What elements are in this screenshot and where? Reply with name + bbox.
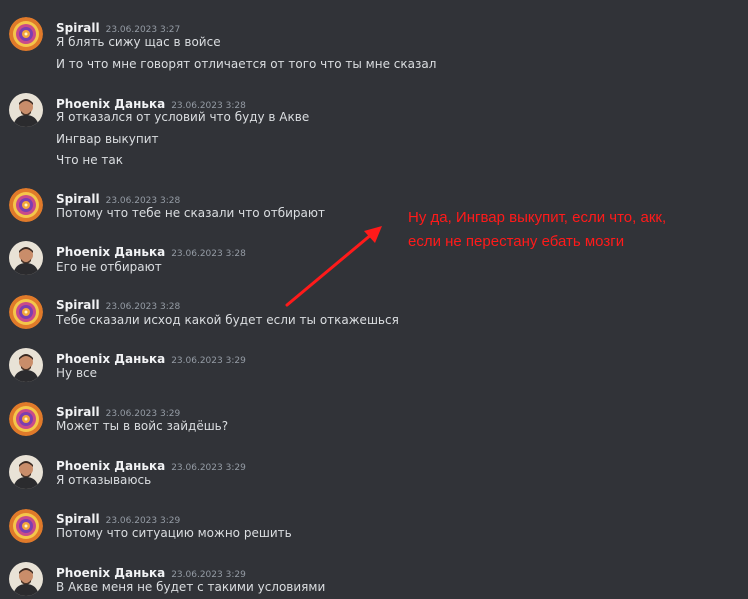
person-avatar-icon[interactable] [9, 93, 43, 127]
username[interactable]: Phoenix Данька [56, 459, 165, 473]
timestamp: 23.06.2023 3:29 [171, 570, 246, 580]
timestamp: 23.06.2023 3:29 [105, 409, 181, 419]
message-header: Phoenix Данька 23.06.2023 3:29 [56, 348, 246, 366]
message-text: Ну все [56, 366, 97, 380]
message-text: Ингвар выкупит [56, 132, 159, 146]
username[interactable]: Spirall [56, 21, 100, 35]
spiral-avatar-icon[interactable] [9, 188, 43, 222]
username[interactable]: Spirall [56, 512, 100, 526]
spiral-avatar-icon[interactable] [9, 509, 43, 543]
timestamp: 23.06.2023 3:29 [105, 516, 181, 526]
message-text: И то что мне говорят отличается от того … [56, 57, 437, 71]
timestamp: 23.06.2023 3:28 [105, 196, 181, 206]
spiral-avatar-icon[interactable] [9, 402, 43, 436]
message-header: Phoenix Данька 23.06.2023 3:29 [56, 562, 246, 580]
spiral-avatar-icon[interactable] [9, 295, 43, 329]
username[interactable]: Spirall [56, 192, 100, 206]
message-text: Тебе сказали исход какой будет если ты о… [56, 313, 399, 327]
message-text: Я блять сижу щас в войсе [56, 35, 221, 49]
message-header: Phoenix Данька 23.06.2023 3:28 [56, 93, 246, 111]
message-text: Что не так [56, 153, 124, 167]
message-text: Потому что тебе не сказали что отбирают [56, 206, 325, 220]
message-text: Потому что ситуацию можно решить [56, 526, 292, 540]
message-header: Spirall 23.06.2023 3:27 [56, 17, 181, 35]
person-avatar-icon[interactable] [9, 562, 43, 596]
person-avatar-icon[interactable] [9, 455, 43, 489]
chat-message-list: Spirall 23.06.2023 3:27 Я блять сижу щас … [0, 0, 748, 599]
username[interactable]: Spirall [56, 298, 100, 312]
message-header: Spirall 23.06.2023 3:28 [56, 188, 181, 206]
username[interactable]: Phoenix Данька [56, 566, 165, 580]
message-text: Я отказался от условий что буду в Акве [56, 110, 310, 124]
timestamp: 23.06.2023 3:29 [171, 356, 246, 366]
message-text: Его не отбирают [56, 260, 162, 274]
message-text: В Акве меня не будет с такими условиями [56, 580, 326, 594]
username[interactable]: Phoenix Данька [56, 352, 165, 366]
message-header: Spirall 23.06.2023 3:29 [56, 401, 181, 419]
spiral-avatar-icon[interactable] [9, 17, 43, 51]
message-text: Я отказываюсь [56, 473, 152, 487]
timestamp: 23.06.2023 3:28 [105, 302, 181, 312]
timestamp: 23.06.2023 3:28 [171, 249, 246, 259]
message-header: Phoenix Данька 23.06.2023 3:28 [56, 241, 246, 259]
annotation-text-line-2: если не перестану ебать мозги [408, 233, 625, 250]
message-text: Может ты в войс зайдёшь? [56, 419, 229, 433]
annotation-text-line-1: Ну да, Ингвар выкупит, если что, акк, [408, 209, 667, 226]
message-header: Spirall 23.06.2023 3:28 [56, 294, 181, 312]
username[interactable]: Phoenix Данька [56, 245, 165, 259]
timestamp: 23.06.2023 3:29 [171, 463, 246, 473]
message-header: Phoenix Данька 23.06.2023 3:29 [56, 455, 246, 473]
username[interactable]: Phoenix Данька [56, 97, 165, 111]
username[interactable]: Spirall [56, 405, 100, 419]
timestamp: 23.06.2023 3:27 [105, 25, 181, 35]
message-header: Spirall 23.06.2023 3:29 [56, 508, 181, 526]
person-avatar-icon[interactable] [9, 241, 43, 275]
person-avatar-icon[interactable] [9, 348, 43, 382]
